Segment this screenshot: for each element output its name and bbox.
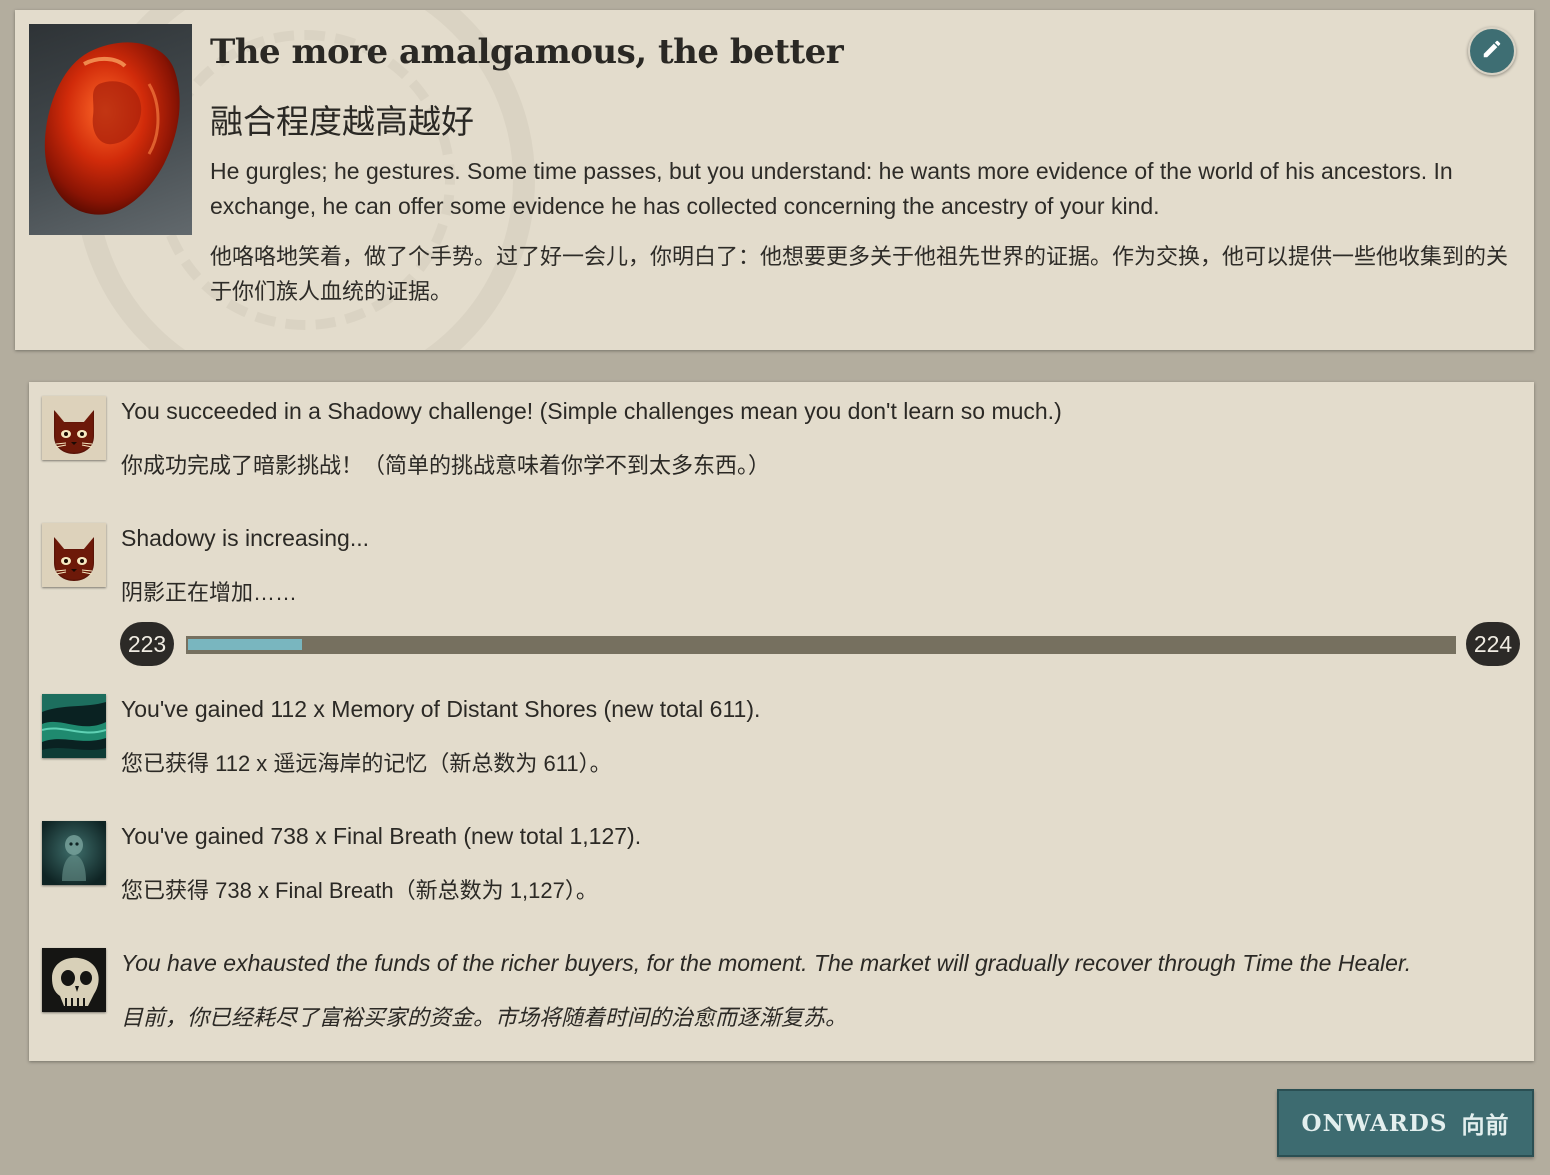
result-text: You succeeded in a Shadowy challenge! (S… [121, 398, 1062, 424]
progress-end-value: 224 [1466, 622, 1520, 666]
skull-icon [42, 948, 106, 1012]
result-text: You've gained 738 x Final Breath (new to… [121, 823, 642, 849]
storylet-description: He gurgles; he gestures. Some time passe… [210, 158, 1453, 219]
result-text: You have exhausted the funds of the rich… [121, 950, 1412, 976]
result-text: You've gained 112 x Memory of Distant Sh… [121, 696, 761, 722]
shadowy-cat-icon [42, 396, 106, 460]
amber-gem-icon [29, 24, 192, 235]
result-text-zh: 您已获得 738 x Final Breath（新总数为 1,127）。 [121, 878, 598, 903]
onwards-label: ONWARDS [1301, 1109, 1448, 1137]
onwards-button[interactable]: ONWARDS 向前 [1277, 1089, 1534, 1157]
final-breath-icon [42, 821, 106, 885]
pencil-icon [1481, 38, 1503, 65]
progress-start-value: 223 [120, 622, 174, 666]
shadowy-cat-icon [42, 523, 106, 587]
storylet-title-zh: 融合程度越高越好 [210, 102, 474, 141]
storylet-description-zh: 他咯咯地笑着，做了个手势。过了好一会儿，你明白了：他想要更多关于他祖先世界的证据… [210, 244, 1509, 304]
progress-bar [186, 636, 1456, 654]
edit-button[interactable] [1468, 27, 1516, 75]
distant-shores-icon [42, 694, 106, 758]
result-text-zh: 您已获得 112 x 遥远海岸的记忆（新总数为 611）。 [121, 751, 612, 776]
result-text: Shadowy is increasing... [121, 525, 370, 551]
result-text-zh: 你成功完成了暗影挑战！（简单的挑战意味着你学不到太多东西。） [121, 453, 771, 478]
progress-bar-fill [188, 639, 302, 650]
result-text-zh: 目前，你已经耗尽了富裕买家的资金。市场将随着时间的治愈而逐渐复苏。 [121, 1005, 848, 1030]
results-card: You succeeded in a Shadowy challenge! (S… [29, 382, 1534, 1061]
storylet-card: The more amalgamous, the better 融合程度越高越好… [15, 10, 1534, 350]
onwards-label-zh: 向前 [1461, 1112, 1510, 1139]
storylet-title: The more amalgamous, the better [210, 32, 844, 72]
result-text-zh: 阴影正在增加…… [121, 580, 298, 605]
